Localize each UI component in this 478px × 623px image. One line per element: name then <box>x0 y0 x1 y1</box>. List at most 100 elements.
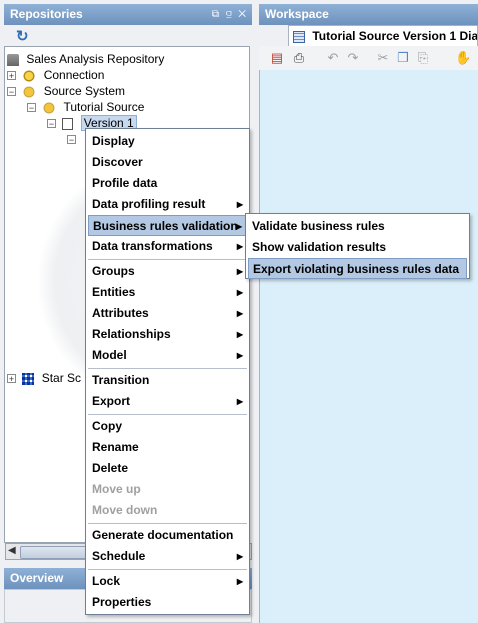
star-schema-icon <box>22 372 35 385</box>
redo-icon[interactable]: ↷ <box>345 50 361 66</box>
scroll-left-icon[interactable]: ◀ <box>8 545 16 556</box>
menu-item-label: Move up <box>92 482 141 496</box>
menu-separator <box>88 259 247 260</box>
submenu-arrow-icon: ▶ <box>236 397 243 406</box>
menu-item-rename[interactable]: Rename <box>88 437 247 458</box>
copy-icon[interactable]: ❐ <box>395 50 411 66</box>
menu-item-properties[interactable]: Properties <box>88 592 247 613</box>
business-rules-submenu: Validate business rules Show validation … <box>245 213 470 279</box>
menu-item-data-transformations[interactable]: Data transformations ▶ <box>88 236 247 257</box>
menu-item-discover[interactable]: Discover <box>88 152 247 173</box>
pan-hand-icon[interactable]: ✋ <box>455 50 471 66</box>
menu-separator <box>88 569 247 570</box>
tab-diagram[interactable]: Tutorial Source Version 1 Dia <box>288 25 478 46</box>
tree-item-connection-label: Connection <box>43 68 105 82</box>
menu-item-label: Rename <box>92 440 139 454</box>
menu-item-relationships[interactable]: Relationships ▶ <box>88 324 247 345</box>
submenu-item-export-violating-data[interactable]: Export violating business rules data <box>248 258 467 279</box>
menu-item-business-rules-validation[interactable]: Business rules validation ▶ <box>88 215 247 236</box>
tree-item-root[interactable]: Sales Analysis Repository <box>7 51 164 67</box>
menu-item-attributes[interactable]: Attributes ▶ <box>88 303 247 324</box>
menu-item-label: Validate business rules <box>252 219 385 233</box>
menu-item-schedule[interactable]: Schedule ▶ <box>88 546 247 567</box>
menu-item-label: Display <box>92 134 135 148</box>
menu-item-entities[interactable]: Entities ▶ <box>88 282 247 303</box>
menu-item-label: Delete <box>92 461 129 475</box>
menu-item-label: Generate documentation <box>92 528 234 542</box>
tree-item-source-system[interactable]: − Source System <box>7 83 125 99</box>
context-menu: Display Discover Profile data Data profi… <box>85 128 250 615</box>
repositories-toolbar: ↻ <box>4 25 252 46</box>
menu-item-label: Lock <box>92 574 121 588</box>
cut-icon[interactable]: ✂ <box>375 50 391 66</box>
submenu-arrow-icon: ▶ <box>236 351 243 360</box>
menu-item-delete[interactable]: Delete <box>88 458 247 479</box>
menu-item-move-down: Move down <box>88 500 247 521</box>
menu-item-display[interactable]: Display <box>88 131 247 152</box>
repositories-title: Repositories <box>10 7 83 21</box>
menu-item-model[interactable]: Model ▶ <box>88 345 247 366</box>
tree-item-child-stub[interactable]: − <box>67 131 79 147</box>
submenu-arrow-icon: ▶ <box>236 267 243 276</box>
collapse-icon[interactable]: − <box>67 135 76 145</box>
source-system-icon <box>22 84 37 99</box>
submenu-arrow-icon: ▶ <box>236 288 243 297</box>
menu-item-label: Groups <box>92 264 135 278</box>
print-icon[interactable]: ⎙ <box>291 50 307 66</box>
tree-item-root-label: Sales Analysis Repository <box>26 52 165 66</box>
refresh-icon[interactable]: ↻ <box>16 27 29 45</box>
submenu-arrow-icon: ▶ <box>236 242 243 251</box>
workspace-toolbar: ▤ ⎙ ↶ ↷ ✂ ❐ ⎘ ✋ <box>259 46 478 71</box>
submenu-arrow-icon: ▶ <box>236 200 243 209</box>
tree-item-tutorial-source[interactable]: − Tutorial Source <box>27 99 144 115</box>
workspace-panel-header: Workspace <box>259 4 478 25</box>
menu-item-lock[interactable]: Lock ▶ <box>88 571 247 592</box>
menu-item-label: Relationships <box>92 327 171 341</box>
menu-separator <box>88 368 247 369</box>
collapse-icon[interactable]: − <box>7 87 16 97</box>
collapse-icon[interactable]: − <box>47 119 56 129</box>
tab-diagram-label: Tutorial Source Version 1 Dia <box>312 29 478 43</box>
pdf-icon[interactable]: ▤ <box>269 50 285 66</box>
menu-item-move-up: Move up <box>88 479 247 500</box>
menu-separator <box>88 414 247 415</box>
submenu-item-show-validation-results[interactable]: Show validation results <box>248 237 467 258</box>
menu-item-generate-documentation[interactable]: Generate documentation <box>88 525 247 546</box>
diagram-canvas[interactable] <box>259 70 478 623</box>
menu-item-label: Business rules validation <box>93 219 238 233</box>
paste-icon[interactable]: ⎘ <box>415 50 431 66</box>
menu-item-export[interactable]: Export ▶ <box>88 391 247 412</box>
tree-item-tutorial-source-label: Tutorial Source <box>63 100 145 114</box>
menu-item-groups[interactable]: Groups ▶ <box>88 261 247 282</box>
source-icon <box>42 100 57 115</box>
version-icon <box>62 117 74 130</box>
menu-item-label: Data transformations <box>92 239 213 253</box>
menu-item-label: Export violating business rules data <box>253 262 460 276</box>
menu-item-label: Show validation results <box>252 240 387 254</box>
diagram-icon <box>293 30 305 43</box>
tree-item-star-schema-label: Star Sc <box>41 371 82 385</box>
workspace-title: Workspace <box>265 7 329 21</box>
submenu-item-validate-business-rules[interactable]: Validate business rules <box>248 216 467 237</box>
menu-item-label: Move down <box>92 503 158 517</box>
collapse-icon[interactable]: − <box>27 103 36 113</box>
menu-item-transition[interactable]: Transition <box>88 370 247 391</box>
submenu-arrow-icon: ▶ <box>236 577 243 586</box>
menu-item-data-profiling-result[interactable]: Data profiling result ▶ <box>88 194 247 215</box>
tree-item-connection[interactable]: + Connection <box>7 67 104 83</box>
repository-icon <box>7 53 19 66</box>
submenu-arrow-icon: ▶ <box>236 552 243 561</box>
menu-item-label: Discover <box>92 155 143 169</box>
menu-item-copy[interactable]: Copy <box>88 416 247 437</box>
expand-icon[interactable]: + <box>7 71 16 81</box>
tree-item-star-schema[interactable]: + Star Sc <box>7 370 81 386</box>
submenu-arrow-icon: ▶ <box>235 222 242 231</box>
menu-item-label: Schedule <box>92 549 146 563</box>
panel-window-controls[interactable]: ⧉ ⫑ ✕ <box>212 4 248 25</box>
overview-title: Overview <box>10 571 64 585</box>
menu-item-profile-data[interactable]: Profile data <box>88 173 247 194</box>
connection-icon <box>22 68 37 83</box>
undo-icon[interactable]: ↶ <box>325 50 341 66</box>
menu-item-label: Data profiling result <box>92 197 206 211</box>
expand-icon[interactable]: + <box>7 374 16 384</box>
